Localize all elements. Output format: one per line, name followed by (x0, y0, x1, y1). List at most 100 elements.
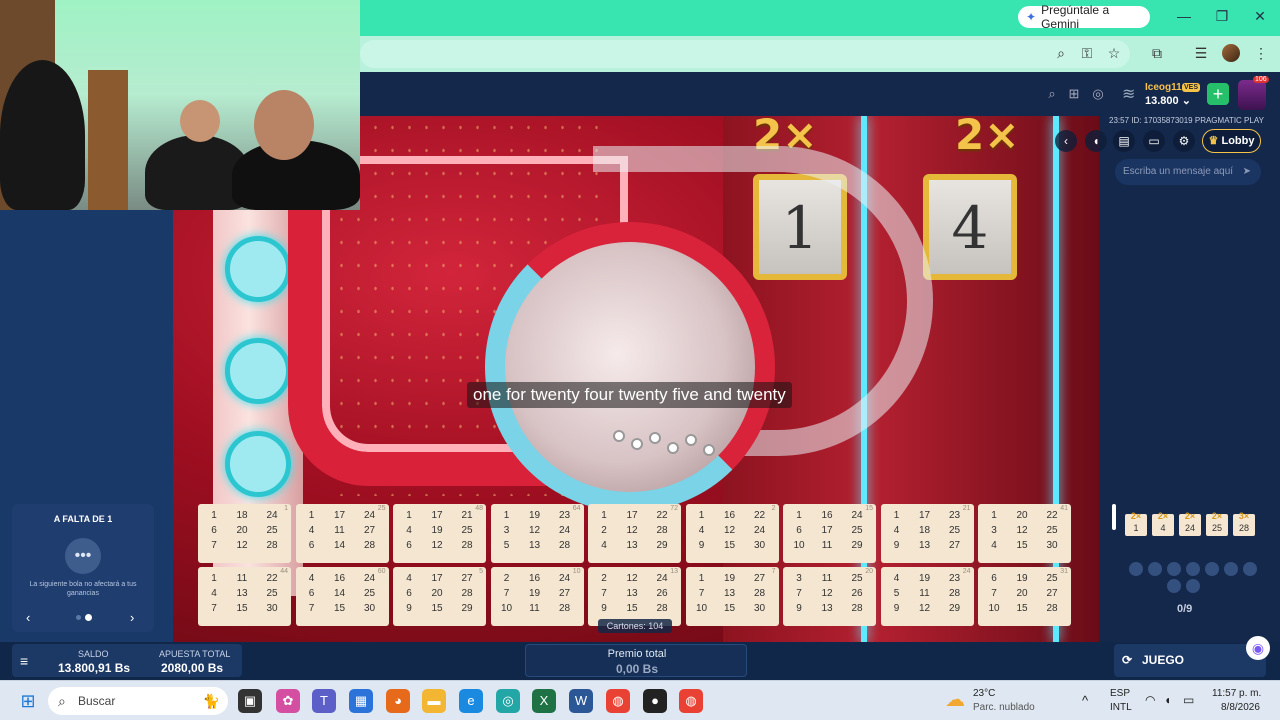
media-queue-icon[interactable]: ☰ (1192, 45, 1210, 62)
autoplay-button[interactable]: ⟳ JUEGO AUTOMÁTICO (1114, 644, 1266, 700)
chrome-icon[interactable]: ◍ (606, 689, 630, 713)
volume-icon[interactable]: ◖ (1085, 130, 1107, 152)
back-arrow-icon[interactable]: ‹ (1055, 130, 1077, 152)
multiplier-number: 28 (1238, 523, 1249, 533)
excel-icon[interactable]: X (532, 689, 556, 713)
bingo-card[interactable]: 2 1 16 22 4 12 24 9 15 30 (685, 504, 779, 563)
store-icon[interactable]: ▦ (349, 689, 373, 713)
menu-toggle-icon[interactable]: ≡ (20, 653, 28, 669)
multiplier-tile: 2× 24 (1179, 511, 1201, 536)
bingo-card[interactable]: 25 1 17 24 4 11 27 6 14 28 (295, 504, 389, 563)
weather-icon[interactable]: ☁ (945, 687, 965, 712)
zoom-icon[interactable]: ⌕ (1052, 45, 1070, 62)
support-headset-icon[interactable]: ◎ (1090, 86, 1106, 102)
card-number: 2 (601, 525, 607, 536)
header-balance[interactable]: 13.800 ⌄ (1145, 94, 1191, 107)
card-number: 1 (211, 573, 217, 584)
card-number: 4 (308, 525, 315, 536)
deposit-button[interactable]: + (1207, 83, 1229, 105)
bingo-card[interactable]: 48 1 17 21 4 19 25 6 12 28 (393, 504, 486, 563)
card-number: 7 (991, 588, 997, 599)
card-number: 29 (851, 540, 863, 551)
browser-menu-icon[interactable]: ⋮ (1252, 45, 1270, 62)
bingo-ball (613, 430, 625, 442)
lobby-button[interactable]: ♛ Lobby (1202, 129, 1261, 153)
card-number: 12 (821, 588, 833, 599)
bingo-card[interactable]: 13 2 12 24 7 13 26 9 15 28 (588, 567, 681, 626)
next-arrow-icon[interactable]: › (130, 610, 134, 625)
extensions-icon[interactable]: ⧉ (1148, 45, 1166, 62)
teams-icon[interactable]: T (312, 689, 336, 713)
app-icon[interactable]: ◎ (496, 689, 520, 713)
windows-start-icon[interactable]: ⊞ (16, 689, 40, 713)
bingo-card[interactable]: 1 1 18 24 6 20 25 7 12 28 (198, 504, 291, 563)
taskbar-search[interactable]: ⌕ Buscar 🐈 (48, 687, 228, 715)
scroll-indicator[interactable] (1112, 504, 1116, 530)
battery-icon[interactable]: ▭ (1183, 693, 1194, 707)
bingo-card[interactable]: 7 1 19 27 7 13 28 10 15 30 (685, 567, 779, 626)
keyboard-layout[interactable]: INTL (1110, 702, 1132, 713)
bingo-card[interactable]: 10 2 16 24 7 19 27 10 11 28 (490, 567, 584, 626)
pager-dot[interactable] (76, 615, 81, 620)
gift-icon[interactable]: ⊞ (1066, 86, 1082, 102)
bingo-card[interactable]: 41 1 20 22 3 12 25 4 15 30 (978, 504, 1071, 563)
close-window-button[interactable]: ✕ (1248, 8, 1272, 25)
balance-box: ≡ SALDO 13.800,91 Bs APUESTA TOTAL 2080,… (12, 644, 242, 677)
firefox-icon[interactable]: ◕ (386, 689, 410, 713)
card-number: 27 (363, 525, 376, 536)
bingo-card[interactable]: 44 1 11 22 4 13 25 7 15 30 (198, 567, 291, 626)
card-number: 4 (406, 525, 412, 536)
gemini-button[interactable]: ✦ Pregúntale a Gemini (1018, 3, 1150, 31)
card-number: 15 (723, 540, 736, 551)
card-number: 11 (236, 573, 248, 584)
card-number: 6 (406, 588, 412, 599)
card-number: 13 (626, 588, 638, 599)
bookmark-star-icon[interactable]: ☆ (1105, 45, 1123, 62)
settings-gear-icon[interactable]: ⚙ (1173, 130, 1195, 152)
maximize-button[interactable]: ❐ (1210, 8, 1234, 25)
search-icon[interactable]: ⌕ (1044, 86, 1060, 102)
card-number: 12 (528, 525, 541, 536)
speaker-icon[interactable]: ◖ (1164, 693, 1171, 707)
bingo-card[interactable]: 72 1 17 22 2 12 28 4 13 29 (588, 504, 681, 563)
chrome-active-icon[interactable]: ◍ (679, 689, 703, 713)
bingo-card[interactable]: 24 4 19 23 5 11 28 9 12 29 (880, 567, 974, 626)
language-code[interactable]: ESP (1110, 688, 1130, 699)
bingo-card[interactable]: 60 4 16 24 6 14 25 7 15 30 (295, 567, 389, 626)
card-number: 25 (363, 588, 376, 599)
password-key-icon[interactable]: ⚿ (1078, 45, 1096, 62)
chat-icon[interactable]: ▭ (1143, 130, 1165, 152)
word-icon[interactable]: W (569, 689, 593, 713)
send-icon[interactable]: ➤ (1243, 159, 1251, 185)
profile-avatar[interactable] (1222, 44, 1240, 62)
card-number: 1 (698, 510, 705, 521)
clock-date[interactable]: 8/8/2026 (1221, 702, 1260, 713)
obs-icon[interactable]: ● (643, 689, 667, 713)
wifi-icon[interactable]: ◠ (1145, 693, 1155, 707)
person-right-head (254, 90, 314, 160)
address-bar[interactable] (360, 40, 1130, 68)
task-view-icon[interactable]: ▣ (238, 689, 262, 713)
bingo-card[interactable]: 5 4 17 27 6 20 28 9 15 29 (393, 567, 486, 626)
prev-arrow-icon[interactable]: ‹ (26, 610, 30, 625)
bingo-card[interactable]: 31 6 19 25 7 20 27 10 15 28 (978, 567, 1071, 626)
card-number: 18 (236, 510, 248, 521)
assistant-bubble-icon[interactable]: ◉ (1246, 636, 1270, 660)
file-explorer-icon[interactable]: ▬ (422, 689, 446, 713)
minimize-button[interactable]: — (1172, 8, 1196, 24)
bingo-card[interactable]: 21 1 17 23 4 18 25 9 13 27 (880, 504, 974, 563)
copilot-icon[interactable]: ✿ (276, 689, 300, 713)
video-quality-icon[interactable]: ▤ (1113, 130, 1135, 152)
bingo-card[interactable]: 20 3 11 25 7 12 26 9 13 28 (783, 567, 876, 626)
bingo-card[interactable]: 15 1 16 24 6 17 25 10 11 29 (783, 504, 876, 563)
bingo-card[interactable]: 64 1 19 23 3 12 24 5 13 28 (490, 504, 584, 563)
chat-input[interactable]: Escriba un mensaje aquí ➤ (1115, 159, 1261, 185)
card-number: 16 (528, 573, 541, 584)
clock-time[interactable]: 11:57 p. m. (1212, 688, 1261, 699)
pager-dot-active[interactable] (85, 614, 92, 621)
player-level-avatar[interactable] (1238, 80, 1266, 110)
edge-icon[interactable]: e (459, 689, 483, 713)
tray-chevron-icon[interactable]: ^ (1082, 693, 1088, 708)
card-number: 13 (236, 588, 248, 599)
ball-dot (1186, 562, 1200, 576)
